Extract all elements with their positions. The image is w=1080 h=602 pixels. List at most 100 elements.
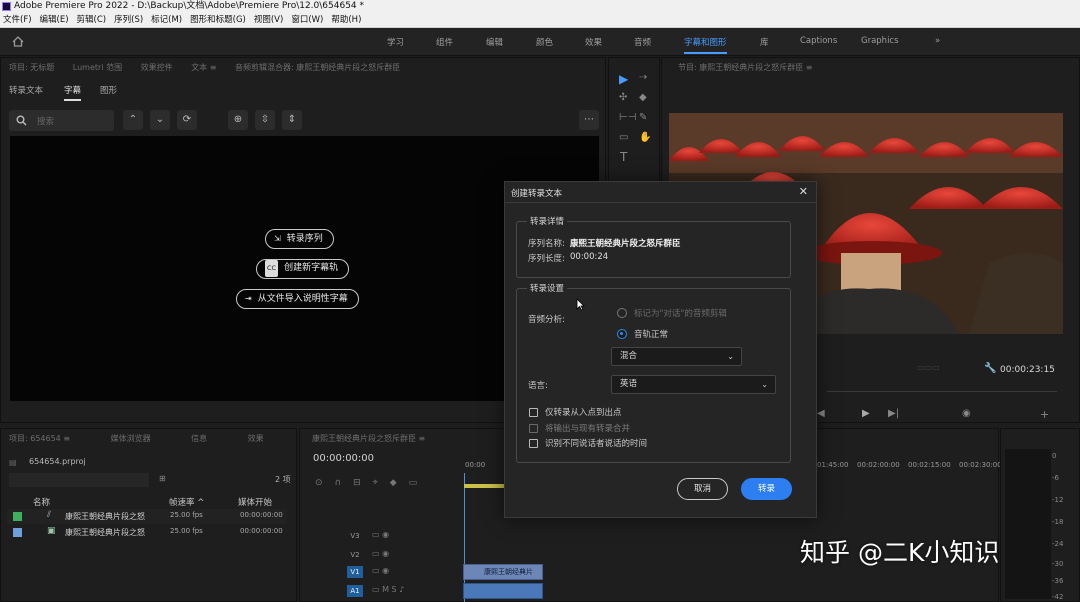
create-caption-track-button[interactable]: CC 创建新字幕轨 [256, 259, 350, 279]
table-row[interactable]: ▣ 康熙王朝经典片段之怒 25.00 fps 00:00:00:00 [7, 525, 287, 540]
menu-view[interactable]: 视图(V) [250, 13, 287, 28]
menu-clip[interactable]: 剪辑(C) [73, 13, 111, 28]
item-start: 00:00:00:00 [240, 527, 283, 535]
add-button-icon[interactable]: + [1040, 408, 1049, 421]
ruler-label: 00:02:30:00 [959, 461, 1002, 469]
menu-edit[interactable]: 编辑(E) [36, 13, 73, 28]
workspace-captions[interactable]: Captions [800, 36, 837, 46]
slip-icon[interactable]: ⊢⊣ [619, 112, 636, 123]
menu-window[interactable]: 窗口(W) [287, 13, 327, 28]
export-frame-icon[interactable]: ◉ [962, 408, 971, 419]
checkbox-in-out[interactable] [529, 408, 538, 417]
rectangle-icon[interactable]: ▭ [619, 132, 628, 143]
radio-dialogue-clips[interactable] [617, 308, 627, 318]
timeline-tool-icons[interactable]: ⊙∩⊟⌖◆▭ [315, 478, 429, 488]
clip-icon: ▣ [47, 526, 56, 536]
chevron-up-icon[interactable]: ⌃ [123, 110, 143, 130]
tab-media-browser[interactable]: 媒体浏览器 [111, 434, 151, 443]
workspace-audio[interactable]: 音频 [634, 36, 651, 48]
tab-sequence[interactable]: 康熙王朝经典片段之怒斥群臣 ≡ [312, 434, 425, 443]
menu-graphics[interactable]: 图形和标题(G) [186, 13, 250, 28]
meter-tick: -42 [1052, 593, 1064, 601]
workspace-libraries[interactable]: 库 [760, 36, 769, 48]
hand-icon[interactable]: ✋ [639, 132, 651, 143]
zoom-control[interactable]: ▭▭▭ [917, 363, 940, 372]
ripple-edit-icon[interactable]: ✣ [619, 92, 627, 103]
tab-effects[interactable]: 效果 [248, 434, 264, 443]
track-controls-icon[interactable]: ▭ ◉ [372, 549, 389, 558]
step-back-icon[interactable]: ◀ [817, 408, 825, 419]
more-options-icon[interactable]: ⋯ [579, 110, 599, 130]
workspace-color[interactable]: 颜色 [536, 36, 553, 48]
audio-clip[interactable] [463, 583, 543, 599]
subtab-captions[interactable]: 字幕 [64, 84, 82, 101]
track-label-v1[interactable]: V1 [347, 566, 363, 578]
monitor-scrubber[interactable] [827, 391, 1057, 392]
close-icon[interactable]: ✕ [799, 185, 808, 198]
transcribe-button[interactable]: 转录 [741, 478, 792, 500]
track-select-icon[interactable]: ⇢ [639, 72, 647, 83]
track-controls-icon[interactable]: ▭ ◉ [372, 530, 389, 539]
column-name[interactable]: 名称 [33, 496, 50, 508]
razor-icon[interactable]: ◆ [639, 92, 647, 103]
tab-lumetri[interactable]: Lumetri 范围 [73, 63, 122, 72]
menu-marker[interactable]: 标记(M) [147, 13, 186, 28]
bin-icon[interactable]: ⊞ [159, 474, 166, 483]
workspace-effects[interactable]: 效果 [585, 36, 602, 48]
window-title-bar: Adobe Premiere Pro 2022 - D:\Backup\文档\A… [0, 0, 1080, 13]
tab-text[interactable]: 文本 ≡ [191, 63, 216, 72]
tab-project[interactable]: 项目: 无标题 [9, 63, 54, 72]
workspace-editing[interactable]: 编辑 [486, 36, 503, 48]
home-icon[interactable] [12, 36, 24, 47]
search-field[interactable]: 搜索 [9, 110, 114, 131]
transcribe-sequence-button[interactable]: ⇲ 转录序列 [265, 229, 334, 249]
subtab-graphics[interactable]: 图形 [100, 84, 117, 96]
checkbox-speakers[interactable] [529, 439, 538, 448]
workspace-more-icon[interactable]: » [935, 36, 940, 46]
track-controls-icon[interactable]: ▭ M S ♪ [372, 585, 404, 594]
pen-icon[interactable]: ✎ [639, 112, 647, 123]
split-icon[interactable]: ⇕ [282, 110, 302, 130]
subtab-transcript[interactable]: 转录文本 [9, 84, 43, 96]
project-search-input[interactable] [9, 473, 149, 487]
track-select[interactable]: 混合 ⌄ [611, 347, 742, 366]
column-media-start[interactable]: 媒体开始 [238, 496, 272, 508]
details-legend: 转录详情 [527, 215, 568, 227]
checkbox-merge[interactable] [529, 424, 538, 433]
wrench-icon[interactable]: 🔧 [984, 363, 996, 374]
tab-project-654654[interactable]: 项目: 654654 ≡ [9, 434, 70, 443]
track-controls-icon[interactable]: ▭ ◉ [372, 566, 389, 575]
merge-icon[interactable]: ⇳ [255, 110, 275, 130]
menu-help[interactable]: 帮助(H) [327, 13, 365, 28]
tab-audio-mixer[interactable]: 音频剪辑混合器: 康熙王朝经典片段之怒斥群臣 [235, 63, 400, 72]
tab-effect-controls[interactable]: 效果控件 [141, 63, 173, 72]
menu-file[interactable]: 文件(F) [0, 13, 36, 28]
tab-info[interactable]: 信息 [191, 434, 207, 443]
play-icon[interactable]: ▶ [862, 408, 870, 419]
import-captions-button[interactable]: ⇥ 从文件导入说明性字幕 [236, 289, 359, 309]
video-clip[interactable]: 康熙王朝经典片 [463, 564, 543, 580]
type-tool-icon[interactable]: T [620, 150, 627, 164]
workspace-learn[interactable]: 学习 [387, 36, 404, 48]
track-label-v2[interactable]: V2 [347, 549, 363, 561]
timeline-timecode[interactable]: 00:00:00:00 [313, 453, 374, 464]
add-icon[interactable]: ⊕ [228, 110, 248, 130]
cancel-button[interactable]: 取消 [677, 478, 728, 500]
folder-icon: ▤ [9, 458, 17, 467]
menu-sequence[interactable]: 序列(S) [110, 13, 147, 28]
chevron-down-icon[interactable]: ⌄ [150, 110, 170, 130]
track-label-a1[interactable]: A1 [347, 585, 363, 597]
workspace-assembly[interactable]: 组件 [436, 36, 453, 48]
sequence-name-label: 序列名称: [528, 239, 565, 249]
workspace-graphics[interactable]: Graphics [861, 36, 899, 46]
track-label-v3[interactable]: V3 [347, 530, 363, 542]
refresh-icon[interactable]: ⟳ [177, 110, 197, 130]
table-row[interactable]: ⫽ 康熙王朝经典片段之怒 25.00 fps 00:00:00:00 [7, 509, 287, 524]
language-select[interactable]: 英语 ⌄ [611, 375, 776, 394]
column-frame-rate[interactable]: 帧速率 ^ [169, 496, 204, 508]
radio-audio-track[interactable] [617, 329, 627, 339]
step-forward-icon[interactable]: ▶| [888, 408, 899, 419]
workspace-captions-graphics[interactable]: 字幕和图形 [684, 36, 727, 54]
selection-tool-icon[interactable]: ▶ [619, 72, 628, 86]
item-count: 2 项 [275, 475, 291, 484]
